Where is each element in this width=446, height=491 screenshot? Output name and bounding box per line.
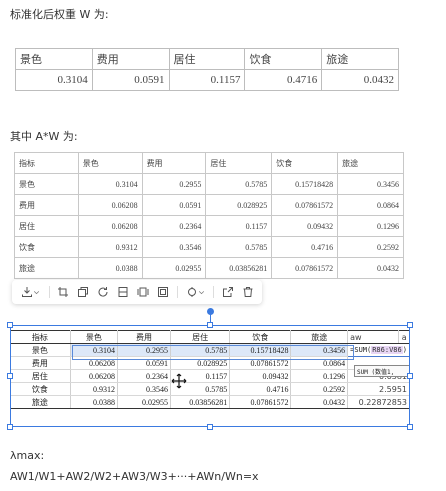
weights-header: 景色: [15, 48, 93, 70]
crop-button[interactable]: [54, 282, 71, 302]
open-external-icon: [222, 287, 233, 297]
cell: 0.1157: [205, 215, 273, 237]
resize-handle-sw[interactable]: [7, 424, 13, 430]
resize-handle-s[interactable]: [207, 424, 213, 430]
table-row: 居住 0.06208 0.2364 0.1157 0.09432 0.1296: [14, 215, 404, 237]
resize-handle-nw[interactable]: [7, 322, 13, 328]
weights-value: 0.1157: [168, 69, 246, 91]
cell: 0.3104: [77, 173, 143, 195]
copy-button[interactable]: [74, 282, 91, 302]
chevron-down-icon: [34, 290, 40, 294]
delete-button[interactable]: [239, 282, 256, 302]
cell: 0.2592: [337, 236, 404, 258]
aw-header: 旅途: [337, 152, 404, 174]
table-row: 费用 0.06208 0.0591 0.028925 0.07861572 0.…: [14, 194, 404, 216]
cell: 0.0388: [77, 257, 143, 279]
cell: 0.1296: [337, 215, 404, 237]
row-label: 旅途: [14, 257, 79, 279]
weights-value: 0.3104: [15, 69, 93, 91]
flip-icon: [187, 287, 196, 297]
copy-icon: [77, 287, 88, 297]
cell: 0.06208: [77, 194, 143, 216]
aw-header: 景色: [77, 152, 143, 174]
cell: 0.15718428: [271, 173, 339, 195]
aw-header: 费用: [141, 152, 207, 174]
aw-table: 指标 景色 费用 居住 饮食 旅途 景色 0.3104 0.2955 0.578…: [14, 152, 404, 279]
divider: [176, 286, 178, 298]
cell: 0.03856281: [205, 257, 273, 279]
table-row: 饮食 0.9312 0.3546 0.5785 0.4716 0.2592: [14, 236, 404, 258]
cell: 0.2364: [141, 215, 207, 237]
resize-handle-ne[interactable]: [407, 322, 413, 328]
download-button[interactable]: [18, 282, 44, 302]
weights-heading: 标准化后权重 W 为:: [10, 8, 109, 21]
chevron-down-icon: [198, 290, 204, 294]
flip-button[interactable]: [183, 282, 209, 302]
weights-header: 旅途: [321, 48, 399, 70]
download-icon: [22, 287, 33, 297]
weights-value: 0.0591: [91, 69, 170, 91]
cell: 0.3546: [141, 236, 207, 258]
cell: 0.5785: [205, 173, 273, 195]
aw-heading: 其中 A*W 为:: [10, 130, 78, 143]
cell: 0.07861572: [271, 257, 339, 279]
resize-handle-w[interactable]: [7, 373, 13, 379]
row-label: 饮食: [14, 236, 79, 258]
aw-header: 指标: [14, 152, 79, 174]
cell: 0.3456: [337, 173, 404, 195]
rotate-button[interactable]: [95, 282, 112, 302]
cell: 0.0432: [337, 257, 404, 279]
table-row: 旅途 0.0388 0.02955 0.03856281 0.07861572 …: [14, 257, 404, 279]
table-row: 景色 0.3104 0.2955 0.5785 0.15718428 0.345…: [14, 173, 404, 195]
frame-icon: [137, 287, 149, 297]
image-selection-frame: [10, 325, 410, 427]
cell: 0.02955: [141, 257, 207, 279]
cell: 0.06208: [77, 215, 143, 237]
lambda-max-label: λmax:: [10, 449, 45, 462]
row-label: 费用: [14, 194, 79, 216]
aw-header: 居住: [205, 152, 273, 174]
row-label: 景色: [14, 173, 79, 195]
rotate-handle[interactable]: [207, 308, 214, 315]
cell: 0.07861572: [271, 194, 339, 216]
resize-handle-n[interactable]: [207, 322, 213, 328]
cell: 0.0864: [337, 194, 404, 216]
row-label: 居住: [14, 215, 79, 237]
image-toolbar: [12, 280, 262, 304]
resize-handle-se[interactable]: [407, 424, 413, 430]
weights-value: 0.0432: [321, 69, 399, 91]
crop-icon: [57, 287, 68, 297]
frame-button[interactable]: [135, 282, 152, 302]
split-button[interactable]: [115, 282, 132, 302]
trash-icon: [243, 287, 253, 297]
aw-header: 饮食: [271, 152, 339, 174]
open-external-button[interactable]: [219, 282, 236, 302]
border-button[interactable]: [155, 282, 172, 302]
cell: 0.028925: [205, 194, 273, 216]
weights-header: 费用: [91, 48, 170, 70]
weights-table: 景色 费用 居住 饮食 旅途 0.3104 0.0591 0.1157 0.47…: [15, 48, 399, 91]
cell: 0.2955: [141, 173, 207, 195]
weights-header: 饮食: [244, 48, 323, 70]
move-cursor-icon: [171, 373, 187, 393]
formula-text: AW1/W1+AW2/W2+AW3/W3+···+AWn/Wn=x: [10, 470, 259, 483]
resize-handle-e[interactable]: [407, 373, 413, 379]
cell: 0.09432: [271, 215, 339, 237]
divider: [213, 286, 214, 298]
divider: [48, 286, 50, 298]
weights-value: 0.4716: [244, 69, 323, 91]
cell: 0.0591: [141, 194, 207, 216]
cell: 0.5785: [205, 236, 273, 258]
cell: 0.4716: [271, 236, 339, 258]
rotate-icon: [98, 287, 108, 297]
cell: 0.9312: [77, 236, 143, 258]
border-icon: [158, 287, 169, 297]
weights-header: 居住: [168, 48, 246, 70]
split-icon: [118, 287, 128, 297]
